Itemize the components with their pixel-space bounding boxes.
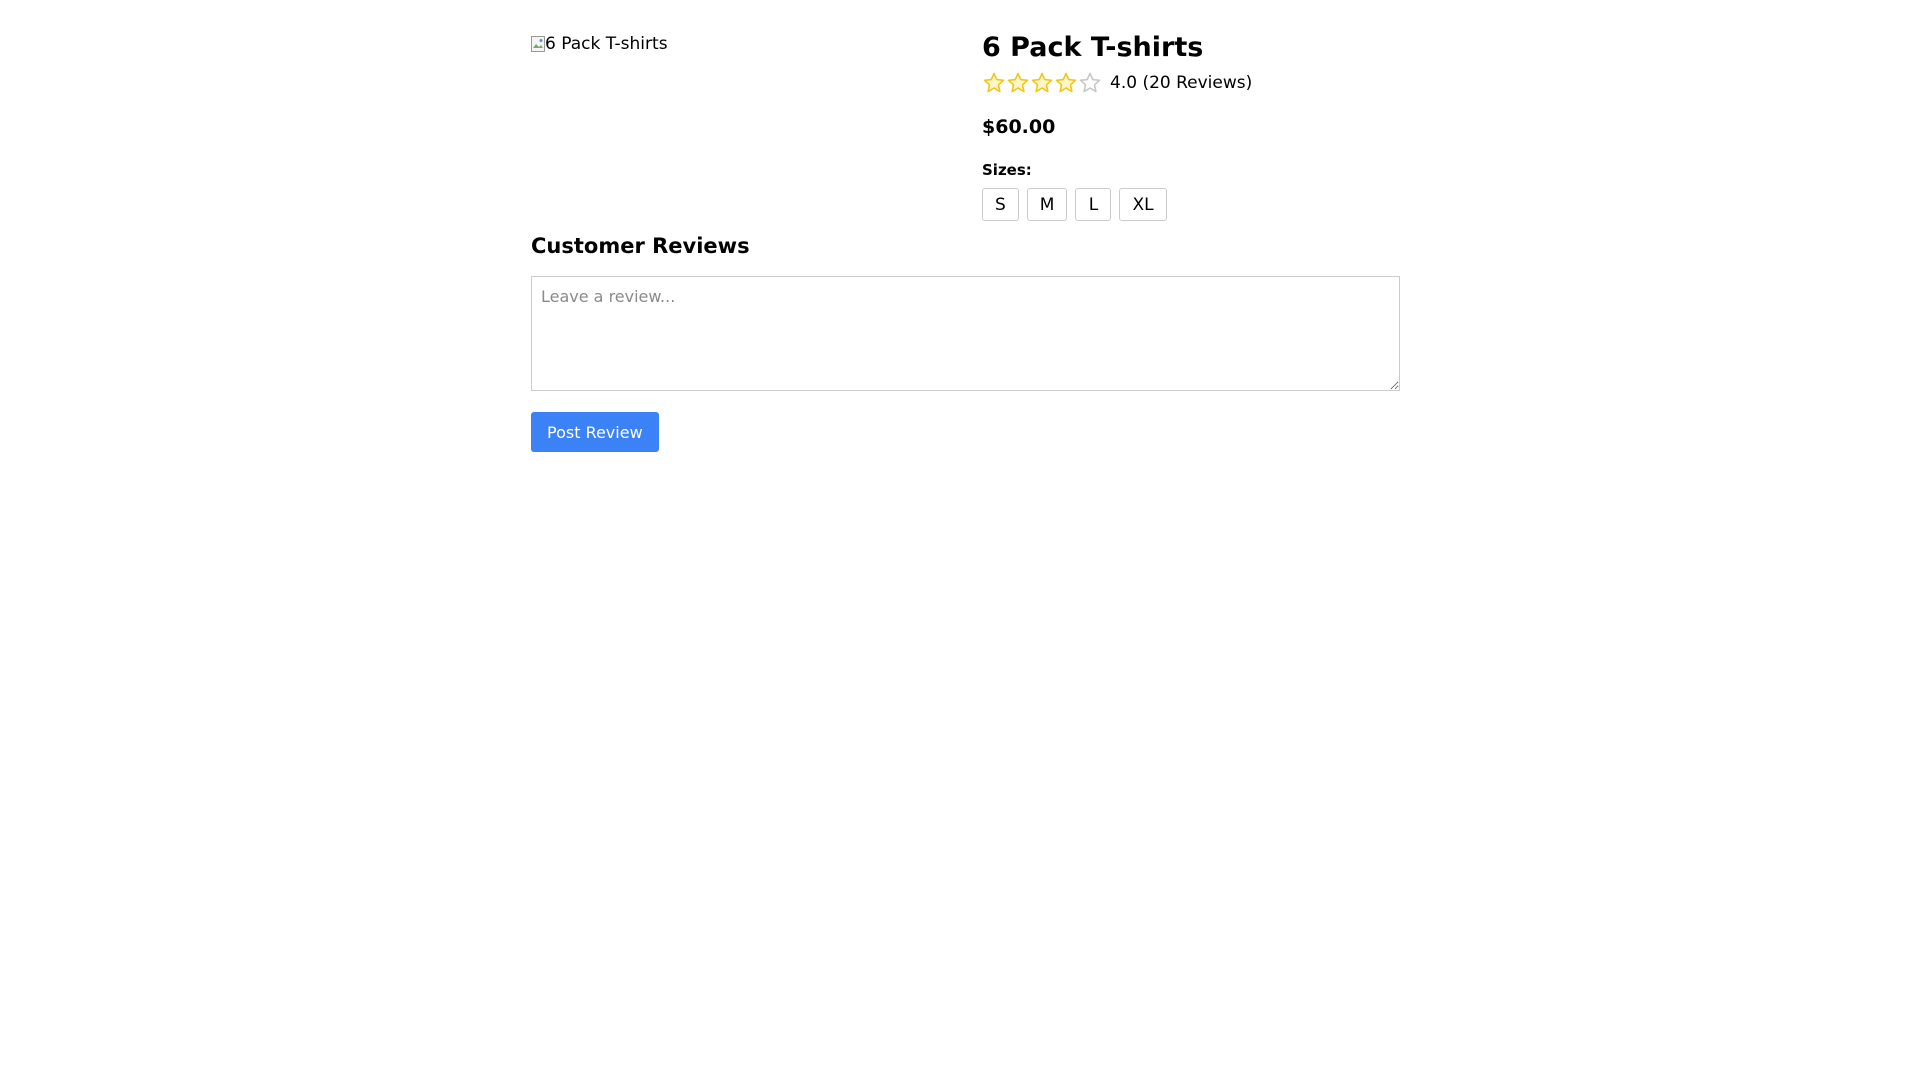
broken-image-icon <box>531 36 545 52</box>
star-empty-icon <box>1079 72 1101 93</box>
product-info: 6 Pack T-shirts 4.0 (20 Reviews) $60.00 … <box>982 32 1400 232</box>
product-image-placeholder: 6 Pack T-shirts <box>531 33 982 55</box>
size-button-l[interactable]: L <box>1075 188 1112 221</box>
review-textarea[interactable] <box>531 276 1400 391</box>
product-image: 6 Pack T-shirts <box>531 32 982 232</box>
star-filled-icon <box>1031 72 1053 93</box>
size-button-s[interactable]: S <box>982 188 1019 221</box>
customer-reviews-title: Customer Reviews <box>531 234 750 258</box>
size-button-m[interactable]: M <box>1026 188 1068 221</box>
size-button-xl[interactable]: XL <box>1119 188 1167 221</box>
star-filled-icon <box>983 72 1005 93</box>
size-options: S M L XL <box>982 188 1400 221</box>
sizes-label: Sizes: <box>982 161 1032 179</box>
product-page: 6 Pack T-shirts 6 Pack T-shirts 4.0 (20 … <box>531 0 1400 452</box>
product-title: 6 Pack T-shirts <box>982 32 1204 63</box>
customer-reviews-section: Customer Reviews Post Review <box>531 232 1400 452</box>
product-image-alt-text: 6 Pack T-shirts <box>545 34 668 54</box>
star-filled-icon <box>1007 72 1029 93</box>
rating-summary: 4.0 (20 Reviews) <box>1110 73 1253 93</box>
rating-stars <box>982 71 1102 95</box>
post-review-button[interactable]: Post Review <box>531 412 659 452</box>
product-price: $60.00 <box>982 116 1056 138</box>
product-section: 6 Pack T-shirts 6 Pack T-shirts 4.0 (20 … <box>531 0 1400 232</box>
product-rating: 4.0 (20 Reviews) <box>982 69 1400 97</box>
star-filled-icon <box>1055 72 1077 93</box>
